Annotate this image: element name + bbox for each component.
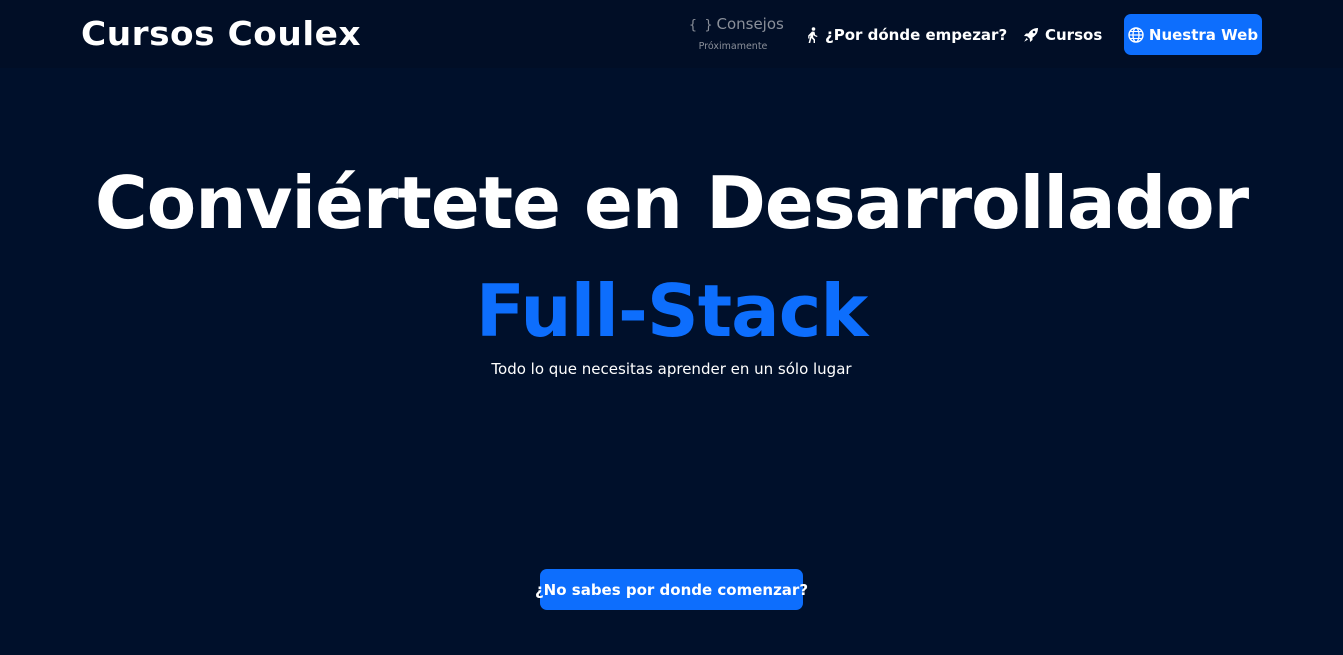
nav-link-empezar[interactable]: ¿Por dónde empezar? bbox=[806, 24, 1007, 46]
hero-subtitle: Todo lo que necesitas aprender en un sól… bbox=[491, 360, 852, 378]
hero-title: Conviértete en Desarrollador bbox=[94, 161, 1249, 245]
nav-item-consejos: { } Consejos Próximamente bbox=[689, 14, 784, 54]
nav-link-cursos[interactable]: Cursos bbox=[1023, 24, 1102, 46]
nuestra-web-label: Nuestra Web bbox=[1148, 25, 1259, 44]
globe-icon bbox=[1128, 26, 1144, 43]
rocket-icon bbox=[1024, 28, 1038, 42]
nav-consejos-note: Próximamente bbox=[698, 41, 768, 52]
braces-icon: { } bbox=[689, 18, 713, 33]
nav-empezar-label: ¿Por dónde empezar? bbox=[825, 26, 1008, 44]
start-here-button[interactable]: ¿No sabes por donde comenzar? bbox=[535, 569, 808, 610]
nav-cursos-label: Cursos bbox=[1045, 26, 1103, 44]
person-walking-icon bbox=[808, 27, 818, 43]
navbar: Cursos Coulex { } Consejos Próximamente ¿… bbox=[0, 0, 1343, 68]
nav-consejos-label: Consejos bbox=[716, 15, 784, 33]
brand-logo[interactable]: Cursos Coulex bbox=[81, 12, 361, 56]
nuestra-web-button[interactable]: Nuestra Web bbox=[1124, 14, 1262, 55]
hero-accent-title: Full-Stack bbox=[475, 269, 869, 353]
nav-consejos-main: { } Consejos bbox=[689, 14, 784, 36]
